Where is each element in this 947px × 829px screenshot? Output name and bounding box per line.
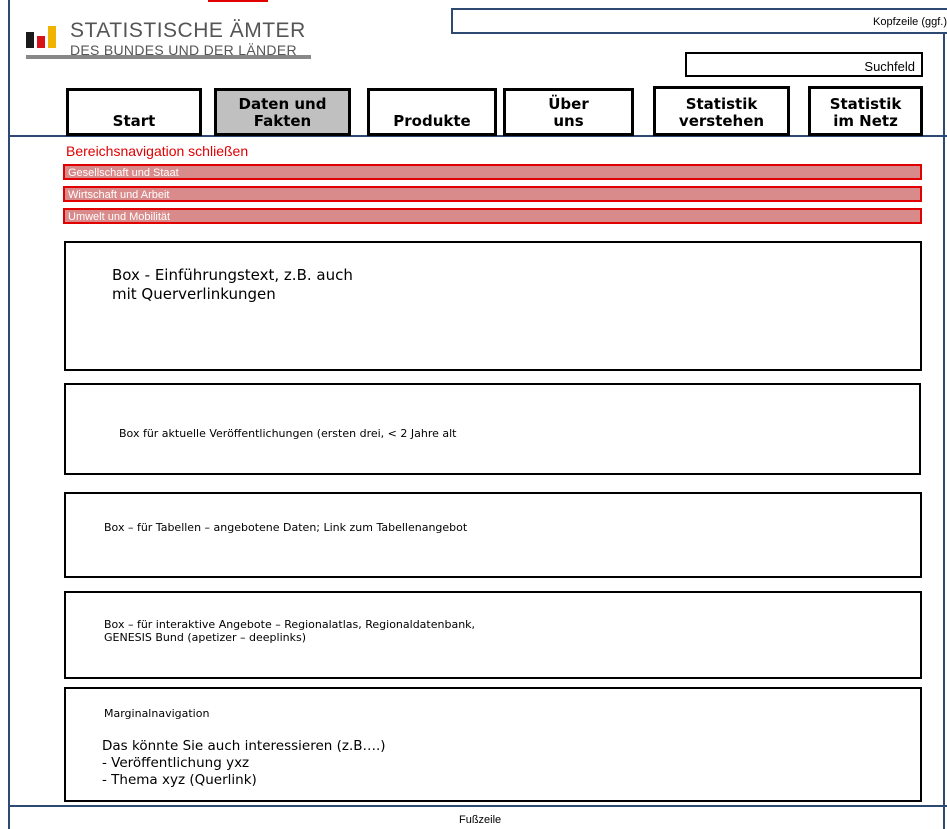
marginal-heading: Marginalnavigation: [104, 707, 210, 720]
publications-box: Box für aktuelle Veröffentlichungen (ers…: [64, 383, 921, 475]
marginal-box: Marginalnavigation Das könnte Sie auch i…: [64, 687, 922, 802]
nav-produkte[interactable]: Produkte: [367, 88, 497, 136]
marginal-lead: Das könnte Sie auch interessieren (z.B….…: [102, 738, 386, 754]
marginal-item[interactable]: - Veröffentlichung yxz: [102, 755, 249, 771]
footer-divider: [8, 805, 947, 807]
intro-line-2: mit Querverlinkungen: [112, 285, 276, 303]
right-frame-line: [943, 34, 945, 829]
marginal-item[interactable]: - Thema xyz (Querlink): [102, 772, 257, 788]
tables-box: Box – für Tabellen – angebotene Daten; L…: [64, 492, 922, 578]
kopfzeile: Kopfzeile (ggf.): [451, 8, 947, 34]
area-nav-item-wirtschaft[interactable]: Wirtschaft und Arbeit: [63, 186, 922, 202]
nav-statistik-verstehen-label: Statistik verstehen: [678, 95, 765, 130]
red-top-fragment: [208, 0, 268, 2]
nav-ueber-uns[interactable]: Über uns: [503, 88, 634, 136]
interactive-line-2: GENESIS Bund (apetizer – deeplinks): [104, 631, 307, 644]
nav-daten-und-fakten[interactable]: Daten und Fakten: [214, 88, 351, 136]
nav-ueber-uns-label: Über uns: [548, 95, 589, 130]
footer-label: Fußzeile: [459, 814, 502, 826]
intro-box: Box - Einführungstext, z.B. auch mit Que…: [64, 241, 922, 371]
search-input[interactable]: Suchfeld: [685, 52, 923, 77]
logo-title: STATISTISCHE ÄMTER: [70, 19, 306, 42]
logo-underline: [26, 55, 311, 59]
area-nav-item-gesellschaft[interactable]: Gesellschaft und Staat: [63, 164, 922, 180]
interactive-line-1: Box – für interaktive Angebote – Regiona…: [104, 618, 476, 631]
interactive-box: Box – für interaktive Angebote – Regiona…: [64, 591, 922, 679]
left-frame-line: [8, 0, 10, 829]
intro-line-1: Box - Einführungstext, z.B. auch: [112, 266, 353, 284]
nav-daten-und-fakten-label: Daten und Fakten: [238, 95, 327, 130]
area-nav-item-umwelt[interactable]: Umwelt und Mobilität: [63, 208, 922, 224]
nav-statistik-verstehen[interactable]: Statistik verstehen: [653, 86, 790, 136]
logo-icon: [26, 26, 58, 48]
nav-statistik-im-netz[interactable]: Statistik im Netz: [808, 86, 923, 136]
publications-text: Box für aktuelle Veröffentlichungen (ers…: [119, 427, 457, 440]
close-area-nav-link[interactable]: Bereichsnavigation schließen: [66, 143, 248, 159]
nav-statistik-im-netz-label: Statistik im Netz: [829, 95, 902, 130]
tables-text: Box – für Tabellen – angebotene Daten; L…: [104, 521, 468, 534]
nav-start[interactable]: Start: [66, 88, 202, 136]
